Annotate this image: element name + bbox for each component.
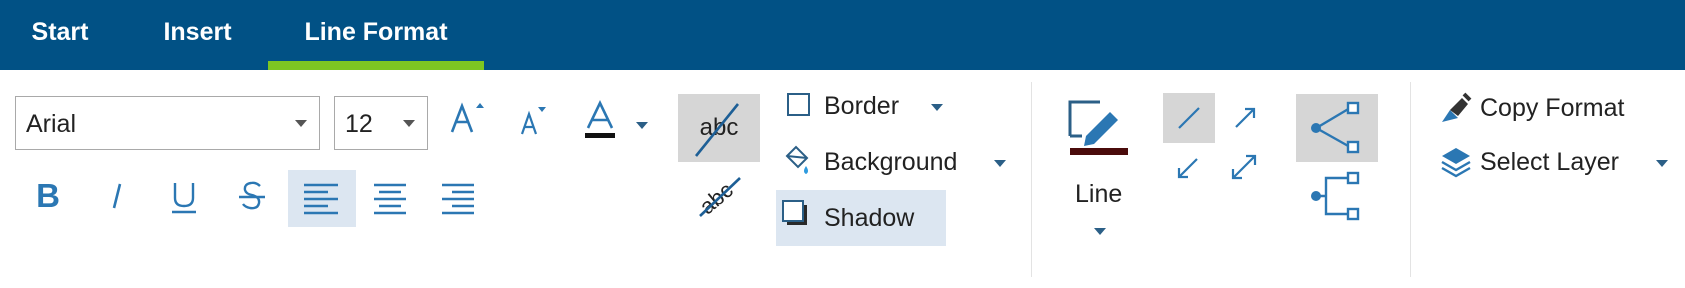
shadow-label: Shadow — [824, 204, 915, 232]
background-label: Background — [824, 148, 958, 176]
line-dropdown-arrow — [1094, 228, 1106, 235]
font-family-select[interactable]: Arial — [15, 96, 320, 150]
line-button[interactable]: Line — [1060, 96, 1140, 246]
svg-text:abc: abc — [695, 177, 738, 219]
select-layer-label: Select Layer — [1480, 148, 1619, 176]
format-painter-icon — [1442, 92, 1472, 122]
line-label: Line — [1075, 180, 1123, 208]
border-dropdown-arrow[interactable] — [931, 104, 943, 111]
line-pen-icon — [1068, 100, 1128, 155]
tab-line-format[interactable]: Line Format — [268, 0, 484, 70]
rotated-text-button[interactable]: abc — [688, 172, 752, 224]
border-label: Border — [824, 92, 900, 120]
arrow-down-left-icon — [1177, 158, 1198, 179]
arrow-both-button[interactable] — [1218, 143, 1270, 193]
ribbon-tab-bar: Start Insert Line Format — [0, 0, 1685, 70]
line-no-arrow-button[interactable] — [1163, 93, 1215, 143]
elbow-connector-button[interactable] — [1306, 168, 1370, 228]
border-icon — [787, 93, 810, 116]
arrow-up-right-icon — [1235, 107, 1256, 128]
italic-button[interactable] — [96, 172, 136, 220]
align-right-icon — [442, 183, 474, 215]
shrink-font-icon — [520, 107, 546, 135]
shadow-button[interactable]: Shadow — [776, 190, 946, 246]
font-family-value: Arial — [26, 110, 77, 138]
layers-icon — [1441, 148, 1471, 178]
horizontal-text-button[interactable]: abc — [678, 94, 760, 162]
align-left-icon — [304, 183, 338, 215]
copy-format-label: Copy Format — [1480, 94, 1625, 122]
straight-connector-icon — [1311, 101, 1360, 154]
background-dropdown-arrow[interactable] — [994, 160, 1006, 167]
copy-format-button[interactable]: Copy Format — [1436, 88, 1666, 130]
rotated-text-icon: abc — [695, 177, 741, 219]
elbow-connector-icon — [1311, 171, 1360, 221]
select-layer-button[interactable]: Select Layer — [1436, 142, 1676, 184]
align-left-button[interactable] — [288, 170, 356, 227]
italic-icon — [112, 183, 122, 209]
chevron-down-icon — [295, 120, 307, 127]
straight-connector-button[interactable] — [1296, 94, 1378, 162]
bold-icon: B — [36, 177, 60, 214]
underline-button[interactable] — [164, 172, 204, 220]
font-color-dropdown-arrow[interactable] — [636, 122, 648, 129]
tab-start[interactable]: Start — [0, 0, 120, 70]
arrow-end-button[interactable] — [1218, 93, 1270, 143]
strikethrough-button[interactable] — [232, 172, 272, 220]
font-color-button[interactable] — [580, 100, 620, 140]
select-layer-dropdown-arrow[interactable] — [1656, 160, 1668, 167]
horizontal-text-icon: abc — [694, 103, 740, 157]
background-button[interactable]: Background — [778, 142, 988, 184]
font-color-icon — [585, 100, 615, 138]
font-size-select[interactable]: 12 — [334, 96, 428, 150]
paint-bucket-icon — [785, 145, 809, 174]
group-divider — [1031, 82, 1032, 277]
arrow-both-ends-icon — [1231, 154, 1257, 180]
chevron-down-icon — [403, 120, 415, 127]
underline-icon — [172, 183, 196, 214]
group-divider — [1410, 82, 1411, 277]
svg-text:B: B — [36, 177, 60, 214]
font-size-value: 12 — [345, 110, 373, 138]
diagonal-line-icon — [1178, 107, 1200, 129]
shrink-font-button[interactable] — [516, 104, 552, 140]
grow-font-icon — [450, 102, 484, 133]
align-center-button[interactable] — [370, 172, 410, 220]
strikethrough-icon — [239, 181, 265, 210]
align-right-button[interactable] — [438, 172, 478, 220]
shadow-icon — [782, 200, 807, 225]
align-center-icon — [374, 183, 406, 215]
grow-font-button[interactable] — [446, 100, 486, 140]
bold-button[interactable]: B — [28, 172, 68, 220]
arrow-start-button[interactable] — [1163, 143, 1215, 193]
tab-insert[interactable]: Insert — [130, 0, 265, 70]
